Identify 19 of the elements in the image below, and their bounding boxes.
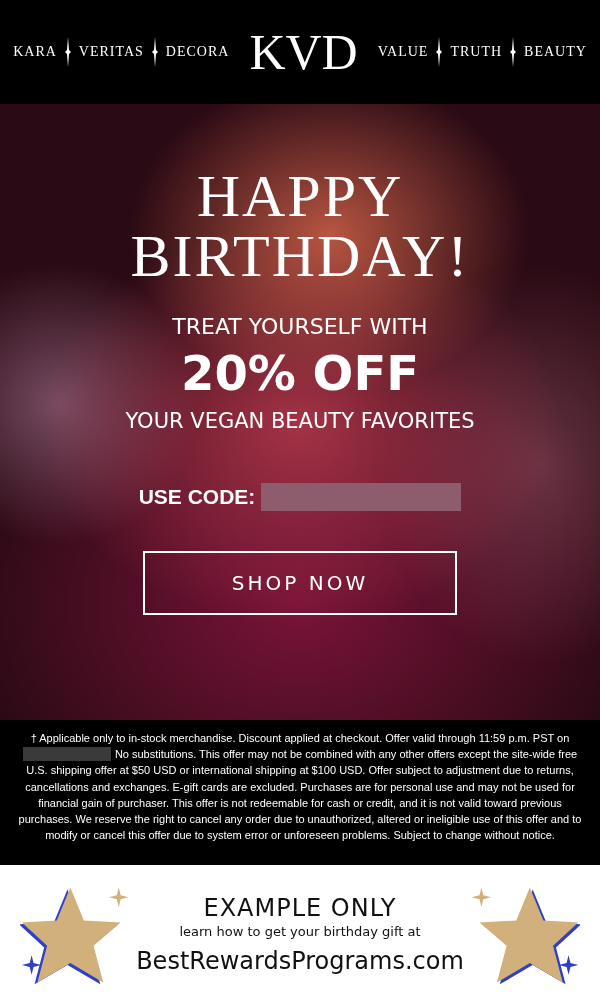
code-label: USE CODE: [138,485,256,509]
banner-subtitle: learn how to get your birthday gift at [179,924,421,939]
offer-text: 20% OFF [181,345,419,401]
hero-title: HAPPY BIRTHDAY! [130,166,470,286]
disclaimer-text: † Applicable only to in-stock merchandise. Discount applied at checkout. Offer valid through 11:59 p.m. PST on [29,731,571,746]
nav-link[interactable]: KARA [13,44,57,60]
nav-link[interactable]: TRUTH [450,44,503,60]
disclaimer-text: No substitutions. This offer may not be combined with any other offers except the site-wide free [114,747,578,763]
nav-link[interactable]: VERITAS [78,44,144,60]
disclaimer-text: U.S. shipping offer at $50 USD or international shipping at $100 USD. Offer subject to adjustment due to returns, cancellations and exchanges. E-gift cards are excluded. Purchases are for personal use and may not be used for financial gain of purchaser. This offer is not redeemable for cash or credit, and it is not valid toward previous purchases. We reserve the right to cancel any order due to unauthorized, altered or ineligible use of this offer and to modify or cancel this offer due to system error or unforeseen problems. Subject to change without notice. [17,763,583,844]
nav-link[interactable]: BEAUTY [524,44,587,60]
brand-logo[interactable]: KVD [249,27,358,77]
website-link[interactable]: BestRewardsPrograms.com [136,947,464,975]
nav-link[interactable]: DECORA [165,44,230,60]
banner-title: EXAMPLE ONLY [203,894,397,922]
shop-now-button[interactable]: SHOP NOW [143,551,457,615]
hero-tagline: YOUR VEGAN BEAUTY FAVORITES [125,409,475,433]
nav-link[interactable]: VALUE [377,44,429,60]
hero-subtitle: TREAT YOURSELF WITH [172,314,428,339]
